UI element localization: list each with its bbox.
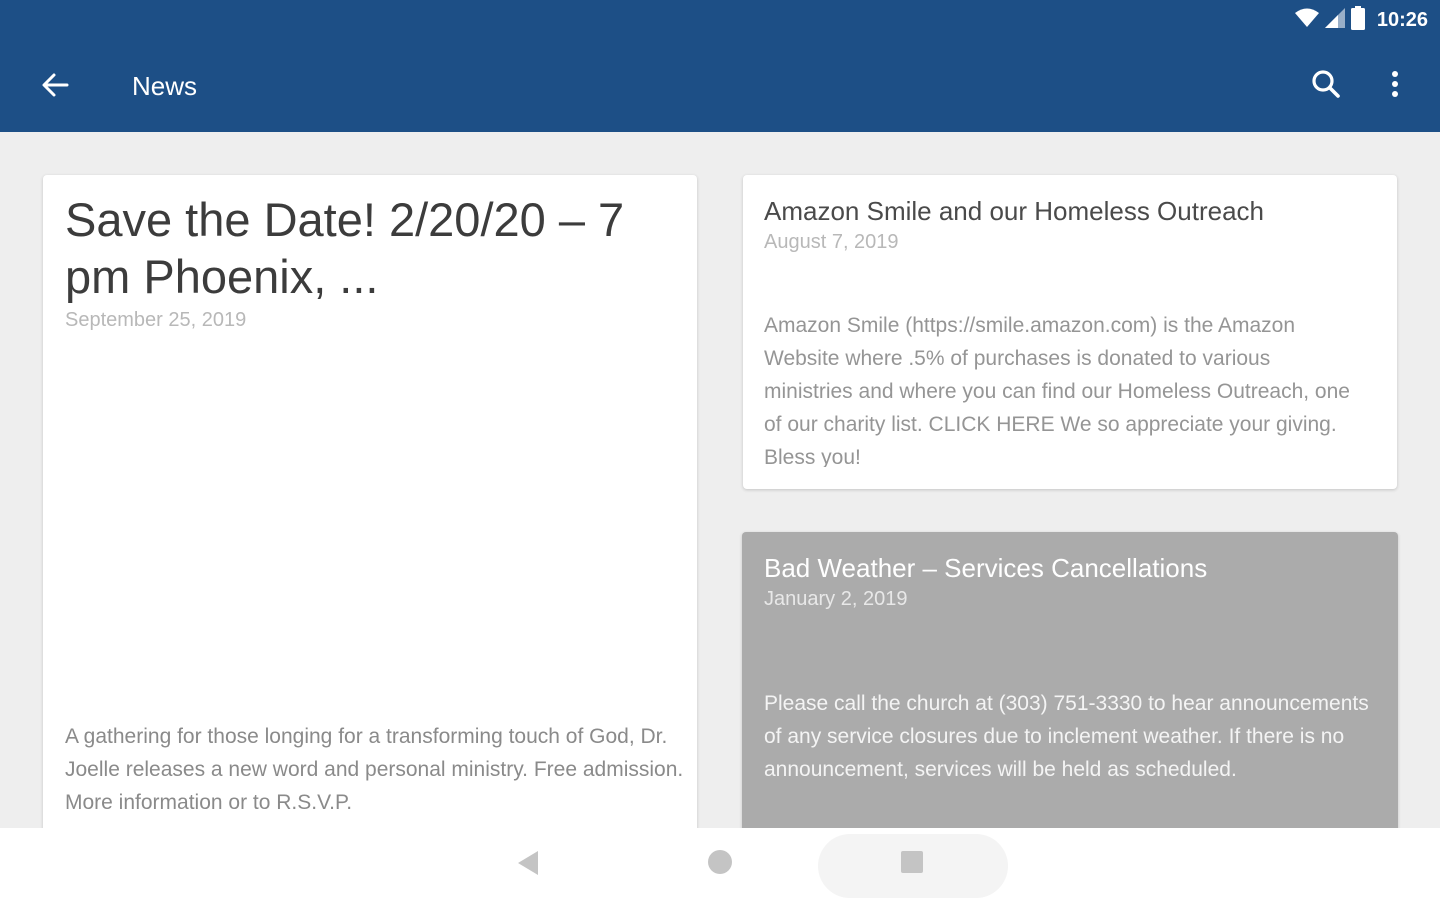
system-nav-bar: [0, 828, 1440, 900]
nav-home-icon: [707, 849, 733, 879]
news-title: Amazon Smile and our Homeless Outreach: [764, 196, 1265, 226]
search-icon: [1311, 69, 1341, 103]
news-card[interactable]: Amazon Smile and our Homeless Outreach A…: [743, 175, 1397, 489]
wifi-icon: [1294, 8, 1319, 32]
nav-recents-icon: [900, 850, 924, 878]
news-date: August 7, 2019: [764, 231, 899, 253]
search-button[interactable]: [1306, 66, 1346, 106]
signal-icon: [1324, 8, 1345, 32]
status-bar: 10:26: [1294, 6, 1428, 34]
news-card[interactable]: Save the Date! 2/20/20 – 7 pm Phoenix, .…: [43, 175, 697, 855]
app-bar: 10:26 News: [0, 0, 1440, 132]
back-button[interactable]: [36, 68, 74, 106]
battery-icon: [1350, 6, 1365, 34]
news-title: Save the Date! 2/20/20 – 7 pm Phoenix, .…: [65, 193, 625, 303]
back-arrow-icon: [41, 71, 69, 103]
news-excerpt: A gathering for those longing for a tran…: [65, 725, 684, 814]
news-date: January 2, 2019: [764, 588, 908, 610]
news-excerpt: Please call the church at (303) 751-3330…: [764, 692, 1369, 781]
nav-home-button[interactable]: [700, 846, 740, 882]
nav-back-icon: [516, 849, 540, 881]
more-options-button[interactable]: [1378, 66, 1412, 106]
nav-back-button[interactable]: [508, 850, 548, 880]
nav-recents-button[interactable]: [892, 846, 932, 882]
page-title: News: [132, 71, 198, 101]
status-time: 10:26: [1376, 8, 1428, 31]
news-title: Bad Weather – Services Cancellations: [764, 553, 1208, 583]
news-excerpt: Amazon Smile (https://smile.amazon.com) …: [764, 314, 1350, 467]
more-vert-icon: [1391, 70, 1399, 102]
news-card[interactable]: Bad Weather – Services Cancellations Jan…: [742, 532, 1398, 862]
news-date: September 25, 2019: [65, 309, 247, 331]
